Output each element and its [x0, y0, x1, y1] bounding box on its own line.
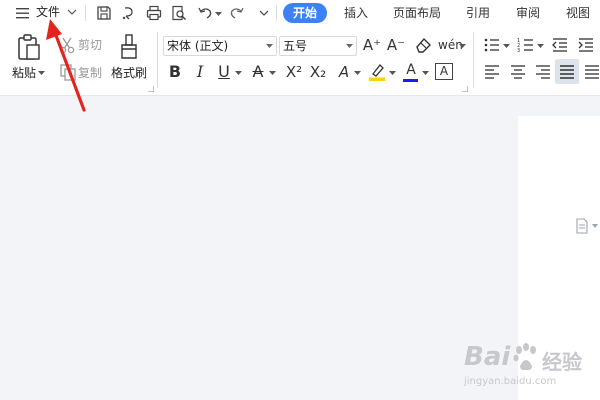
print-icon[interactable]: [145, 4, 163, 22]
toolbar-divider: [276, 5, 277, 21]
phonetic-dropdown-icon[interactable]: [459, 43, 466, 49]
undo-icon[interactable]: [196, 4, 214, 22]
align-center-icon[interactable]: [508, 62, 528, 82]
chevron-down-icon: [346, 44, 353, 48]
text-effect-dropdown-icon[interactable]: [354, 70, 361, 76]
tab-home[interactable]: 开始: [283, 3, 327, 23]
paste-label[interactable]: 粘贴: [12, 65, 36, 81]
align-right-icon[interactable]: [533, 62, 553, 82]
format-painter-label[interactable]: 格式刷: [111, 65, 147, 81]
distributed-align-icon[interactable]: [582, 62, 600, 82]
chevron-down-icon: [266, 44, 273, 48]
text-effect-button[interactable]: A: [334, 62, 354, 82]
watermark-brand-suffix: 经验: [542, 350, 582, 374]
baidu-jingyan-watermark: Bai 经验 jingyan.baidu.com: [462, 340, 600, 400]
decrease-indent-icon[interactable]: [550, 35, 570, 55]
grow-font-button[interactable]: A⁺: [362, 35, 382, 55]
format-painter-icon[interactable]: [118, 33, 140, 61]
tab-page-layout[interactable]: 页面布局: [389, 3, 445, 23]
bullet-list-icon[interactable]: [482, 35, 502, 55]
baidu-paw-logo-icon: [513, 343, 536, 371]
redo-icon[interactable]: [228, 4, 246, 22]
strikethrough-dropdown-icon[interactable]: [269, 70, 276, 76]
phonetic-guide-button[interactable]: wén: [438, 35, 463, 55]
watermark-brand: Bai: [464, 342, 511, 372]
subscript-button[interactable]: X₂: [306, 62, 330, 82]
dialog-launcher-icon[interactable]: [148, 86, 154, 92]
bullet-list-dropdown-icon[interactable]: [503, 43, 510, 49]
strikethrough-button[interactable]: A: [248, 62, 268, 82]
undo-dropdown-icon[interactable]: [215, 11, 222, 17]
save-icon[interactable]: [95, 4, 113, 22]
page-layout-dropdown-icon[interactable]: [592, 224, 598, 229]
watermark-url: jingyan.baidu.com: [464, 376, 557, 387]
underline-dropdown-icon[interactable]: [235, 70, 242, 76]
page-layout-icon[interactable]: [575, 218, 589, 234]
bold-button[interactable]: B: [165, 62, 185, 82]
svg-text:3: 3: [517, 48, 520, 54]
ribbon-home: 粘贴 剪切 复制 格式刷 宋体 (正文) 五号 A⁺ A⁻ wén B I U …: [0, 26, 600, 96]
font-color-swatch: [403, 79, 418, 82]
dialog-launcher-icon[interactable]: [462, 86, 468, 92]
font-size-value: 五号: [283, 39, 308, 53]
font-family-value: 宋体 (正文): [167, 39, 229, 53]
font-color-dropdown-icon[interactable]: [422, 70, 429, 76]
paste-icon[interactable]: [16, 33, 42, 61]
red-pointer-arrow: [46, 19, 86, 112]
align-left-icon[interactable]: [482, 62, 502, 82]
justify-button[interactable]: [555, 59, 579, 84]
font-size-select[interactable]: 五号: [279, 36, 357, 56]
highlight-dropdown-icon[interactable]: [389, 70, 396, 76]
reformat-icon[interactable]: [120, 4, 138, 22]
character-border-button[interactable]: A: [435, 63, 453, 80]
title-bar: 文件 开始 插入 页面布局 引用 审阅 视图: [0, 0, 600, 26]
highlight-pen-icon[interactable]: [367, 62, 387, 82]
hamburger-menu-icon[interactable]: [14, 4, 32, 22]
font-color-button[interactable]: A: [401, 60, 421, 80]
superscript-button[interactable]: X²: [282, 62, 306, 82]
shrink-font-button[interactable]: A⁻: [386, 35, 406, 55]
customize-toolbar-icon[interactable]: [255, 4, 273, 22]
print-preview-icon[interactable]: [170, 4, 188, 22]
tab-view[interactable]: 视图: [561, 3, 595, 23]
underline-button[interactable]: U: [214, 62, 234, 82]
increase-indent-icon[interactable]: [576, 35, 596, 55]
font-family-select[interactable]: 宋体 (正文): [163, 36, 277, 56]
clear-format-eraser-icon[interactable]: [413, 35, 433, 55]
tab-insert[interactable]: 插入: [339, 3, 373, 23]
tab-review[interactable]: 审阅: [511, 3, 545, 23]
numbered-list-icon[interactable]: 1 2 3: [516, 35, 536, 55]
tab-references[interactable]: 引用: [461, 3, 495, 23]
group-divider: [157, 32, 158, 88]
italic-button[interactable]: I: [190, 62, 210, 82]
numbered-list-dropdown-icon[interactable]: [537, 43, 544, 49]
align-justify-icon: [560, 65, 574, 79]
group-divider: [473, 32, 474, 88]
